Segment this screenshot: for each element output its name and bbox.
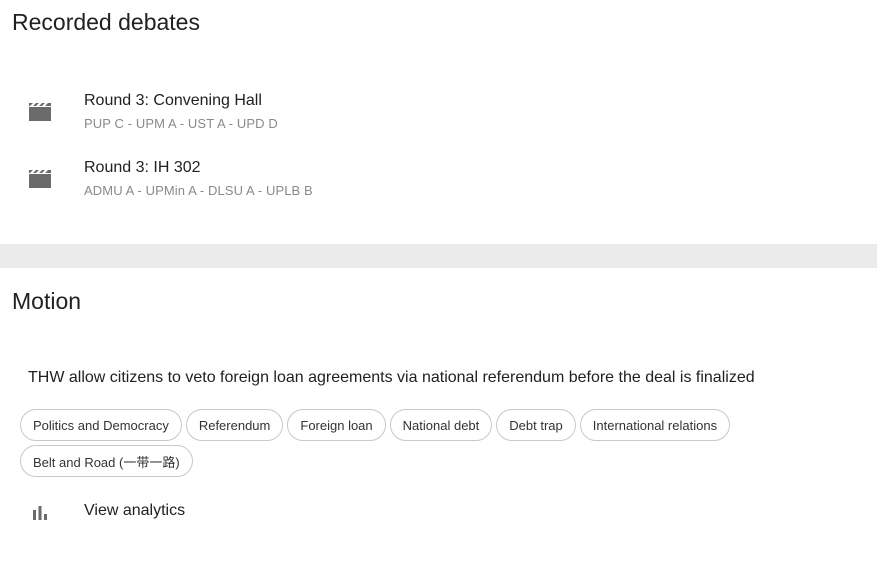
recorded-debates-title: Recorded debates <box>12 9 200 35</box>
tag-chip[interactable]: Politics and Democracy <box>20 409 182 441</box>
view-analytics-button[interactable]: View analytics <box>0 496 300 528</box>
movie-clapper-icon <box>29 103 51 121</box>
tag-chip[interactable]: International relations <box>579 409 731 441</box>
debate-list-item[interactable]: Round 3: Convening Hall PUP C - UPM A - … <box>0 88 877 144</box>
debate-list-item[interactable]: Round 3: IH 302 ADMU A - UPMin A - DLSU … <box>0 155 877 211</box>
debate-title: Round 3: IH 302 <box>84 159 201 176</box>
recorded-debates-card: Recorded debates Round 3: Convening Hall… <box>0 0 877 244</box>
tag-chip[interactable]: Foreign loan <box>287 409 386 441</box>
motion-card: Motion THW allow citizens to veto foreig… <box>0 268 877 565</box>
tag-row: Belt and Road (一带一路) <box>20 445 760 477</box>
debate-title: Round 3: Convening Hall <box>84 92 262 109</box>
motion-text: THW allow citizens to veto foreign loan … <box>28 369 755 386</box>
debate-teams: ADMU A - UPMin A - DLSU A - UPLB B <box>84 183 313 198</box>
movie-clapper-icon <box>29 170 51 188</box>
tag-chip[interactable]: National debt <box>389 409 493 441</box>
section-divider <box>0 244 877 268</box>
tag-chip[interactable]: Debt trap <box>496 409 576 441</box>
debate-teams: PUP C - UPM A - UST A - UPD D <box>84 116 278 131</box>
motion-tags: Politics and Democracy Referendum Foreig… <box>20 409 760 481</box>
view-analytics-label: View analytics <box>84 502 186 519</box>
motion-title: Motion <box>12 288 82 314</box>
tag-row: Politics and Democracy Referendum Foreig… <box>20 409 760 441</box>
tag-chip[interactable]: Belt and Road (一带一路) <box>20 445 193 477</box>
bar-chart-icon <box>33 506 47 520</box>
tag-chip[interactable]: Referendum <box>185 409 284 441</box>
